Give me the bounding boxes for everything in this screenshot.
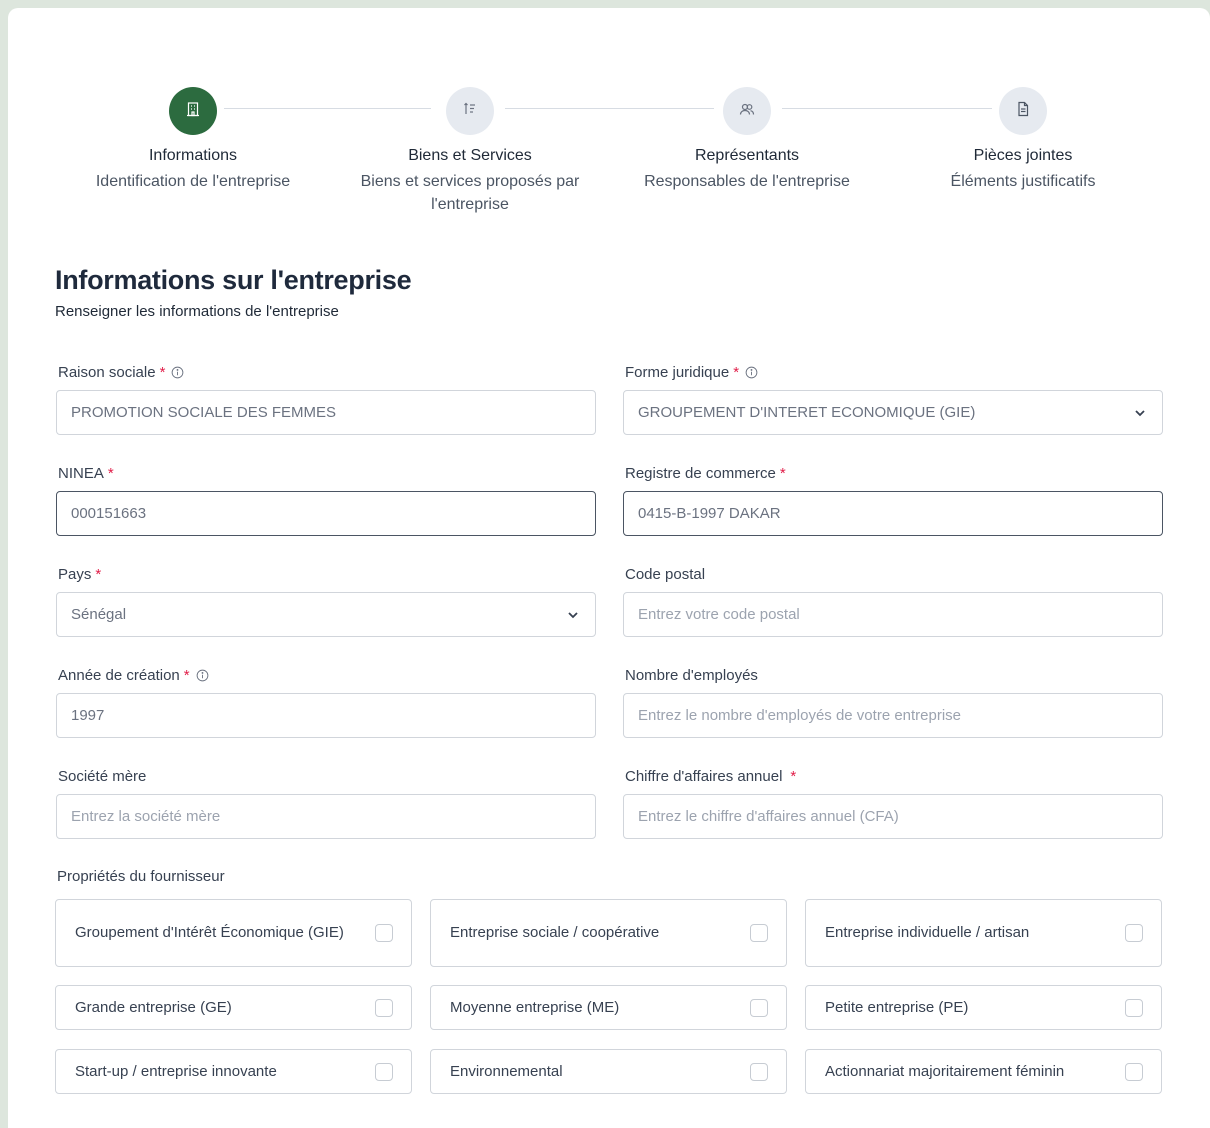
property-label: Entreprise individuelle / artisan (825, 924, 1030, 941)
property-option-environnemental[interactable]: Environnemental (430, 1049, 787, 1094)
step-subtitle: Éléments justificatifs (950, 173, 1096, 190)
property-label: Grande entreprise (GE) (75, 998, 232, 1016)
document-icon (1015, 101, 1031, 122)
property-label: Petite entreprise (PE) (825, 998, 969, 1016)
field-label: Année de création * (56, 666, 596, 684)
forme-juridique-select[interactable]: GROUPEMENT D'INTERET ECONOMIQUE (GIE) (623, 390, 1163, 435)
required-marker: * (107, 464, 114, 482)
chiffre-affaires-field: Chiffre d'affaires annuel * Entrez le ch… (623, 767, 1163, 839)
property-option-feminin[interactable]: Actionnariat majoritairement féminin (805, 1049, 1162, 1094)
registre-commerce-input[interactable]: 0415-B-1997 DAKAR (623, 491, 1163, 536)
ninea-input[interactable]: 000151663 (56, 491, 596, 536)
property-option-startup[interactable]: Start-up / entreprise innovante (55, 1049, 412, 1094)
form-card: Informations Identification de l'entrepr… (8, 8, 1210, 1128)
list-sort-icon (462, 101, 478, 122)
info-icon[interactable] (745, 366, 758, 379)
required-marker: * (159, 363, 166, 381)
property-checkbox[interactable] (750, 1062, 768, 1081)
field-label: Raison sociale * (56, 363, 596, 381)
chevron-down-icon (1135, 410, 1145, 417)
annee-creation-input[interactable]: 1997 (56, 693, 596, 738)
property-label: Groupement d'Intérêt Économique (GIE) (75, 924, 344, 941)
select-value: Sénégal (71, 606, 127, 623)
property-checkbox[interactable] (1125, 998, 1143, 1017)
section-subtitle: Renseigner les informations de l'entrepr… (55, 303, 339, 320)
step-title: Informations (148, 147, 238, 164)
property-option-ge[interactable]: Grande entreprise (GE) (55, 985, 412, 1030)
step-title: Représentants (694, 147, 800, 164)
property-option-me[interactable]: Moyenne entreprise (ME) (430, 985, 787, 1030)
property-checkbox[interactable] (1125, 924, 1143, 942)
building-icon (185, 101, 201, 122)
pays-select[interactable]: Sénégal (56, 592, 596, 637)
select-value: GROUPEMENT D'INTERET ECONOMIQUE (GIE) (638, 404, 976, 421)
step-title: Pièces jointes (973, 147, 1073, 164)
property-checkbox[interactable] (375, 998, 393, 1017)
property-option-individuelle[interactable]: Entreprise individuelle / artisan (805, 899, 1162, 967)
required-marker: * (95, 565, 102, 583)
step-circle[interactable] (169, 87, 217, 135)
chiffre-affaires-input[interactable]: Entrez le chiffre d'affaires annuel (CFA… (623, 794, 1163, 839)
step-circle[interactable] (723, 87, 771, 135)
code-postal-input[interactable]: Entrez votre code postal (623, 592, 1163, 637)
users-icon (739, 101, 755, 122)
stepper-line-3 (782, 108, 992, 109)
properties-label: Propriétés du fournisseur (57, 868, 225, 885)
property-label: Environnemental (450, 1062, 563, 1080)
property-checkbox[interactable] (750, 924, 768, 942)
property-option-sociale[interactable]: Entreprise sociale / coopérative (430, 899, 787, 967)
property-option-gie[interactable]: Groupement d'Intérêt Économique (GIE) (55, 899, 412, 967)
step-title: Biens et Services (408, 147, 532, 164)
property-checkbox[interactable] (1125, 1062, 1143, 1081)
societe-mere-input[interactable]: Entrez la société mère (56, 794, 596, 839)
section-title: Informations sur l'entreprise (55, 265, 412, 295)
step-circle[interactable] (999, 87, 1047, 135)
step-subtitle: Biens et services proposés par l'entrepr… (360, 173, 580, 213)
pays-field: Pays * Sénégal (56, 565, 596, 637)
property-label: Moyenne entreprise (ME) (450, 998, 620, 1016)
info-icon[interactable] (171, 366, 184, 379)
field-label: Société mère (58, 767, 147, 785)
property-checkbox[interactable] (375, 924, 393, 942)
field-label: Chiffre d'affaires annuel * (625, 767, 797, 785)
field-label: Registre de commerce * (625, 464, 786, 482)
ninea-field: NINEA * 000151663 (56, 464, 596, 536)
required-marker: * (733, 363, 740, 381)
raison-sociale-field: Raison sociale * PROMOTION SOCIALE DES F… (56, 363, 596, 435)
annee-creation-field: Année de création * 1997 (56, 666, 596, 738)
forme-juridique-field: Forme juridique * GROUPEMENT D'INTERET E… (623, 363, 1163, 435)
property-checkbox[interactable] (750, 998, 768, 1017)
code-postal-field: Code postal Entrez votre code postal (623, 565, 1163, 637)
required-marker: * (779, 464, 786, 482)
property-option-pe[interactable]: Petite entreprise (PE) (805, 985, 1162, 1030)
property-checkbox[interactable] (375, 1062, 393, 1081)
field-label: Code postal (625, 565, 706, 583)
property-label: Entreprise sociale / coopérative (450, 924, 660, 941)
field-label: NINEA * (58, 464, 114, 482)
nombre-employes-field: Nombre d'employés Entrez le nombre d'emp… (623, 666, 1163, 738)
step-subtitle: Identification de l'entreprise (95, 173, 291, 190)
field-label: Forme juridique * (623, 363, 1163, 381)
societe-mere-field: Société mère Entrez la société mère (56, 767, 596, 839)
field-label: Nombre d'employés (625, 666, 758, 684)
registre-commerce-field: Registre de commerce * 0415-B-1997 DAKAR (623, 464, 1163, 536)
field-label: Pays * (58, 565, 102, 583)
raison-sociale-input[interactable]: PROMOTION SOCIALE DES FEMMES (56, 390, 596, 435)
chevron-down-icon (568, 612, 578, 619)
property-label: Actionnariat majoritairement féminin (825, 1062, 1065, 1080)
step-subtitle: Responsables de l'entreprise (644, 173, 850, 190)
required-marker: * (183, 666, 190, 684)
required-marker: * (790, 767, 797, 785)
nombre-employes-input[interactable]: Entrez le nombre d'employés de votre ent… (623, 693, 1163, 738)
info-icon[interactable] (196, 669, 209, 682)
property-label: Start-up / entreprise innovante (75, 1062, 277, 1080)
stepper-line-2 (505, 108, 714, 109)
stepper-line-1 (224, 108, 431, 109)
step-circle[interactable] (446, 87, 494, 135)
